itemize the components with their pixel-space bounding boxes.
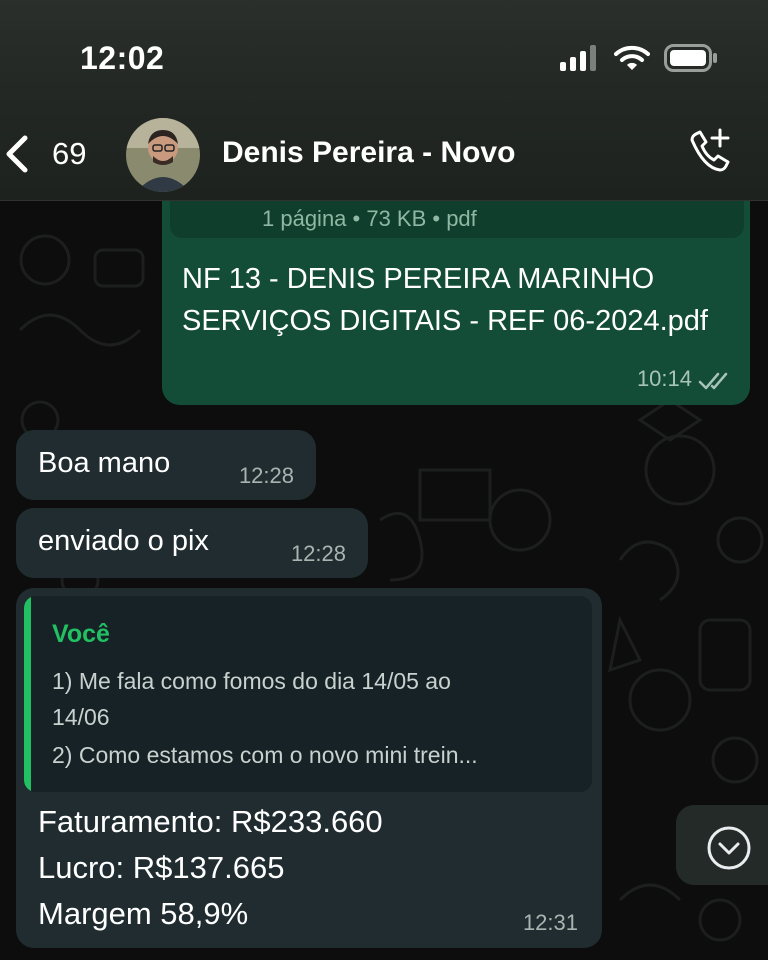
quote-accent-bar: [24, 596, 31, 792]
message-line-profit: Lucro: R$137.665: [38, 850, 285, 885]
message-text: enviado o pix: [38, 525, 209, 557]
status-time: 12:02: [80, 40, 165, 76]
avatar-image: [126, 118, 200, 192]
document-filename: NF 13 - DENIS PEREIRA MARINHO SERVIÇOS D…: [182, 263, 708, 337]
quoted-message[interactable]: Você 1) Me fala como fomos do dia 14/05 …: [24, 596, 592, 792]
double-check-icon: [698, 372, 728, 390]
chevron-left-icon: [6, 135, 28, 173]
chat-screen: 12:02 69 Denis Pereira - Novo 1 página •…: [0, 0, 768, 960]
wifi-icon: [614, 45, 650, 70]
back-button[interactable]: 69: [0, 128, 86, 180]
chat-header: 12:02 69 Denis Pereira - Novo: [0, 0, 768, 201]
incoming-message[interactable]: enviado o pix 12:28: [16, 508, 368, 578]
message-time: 12:28: [238, 463, 294, 488]
incoming-message[interactable]: Boa mano 12:28: [16, 430, 316, 500]
message-time: 12:28: [290, 541, 346, 566]
add-call-icon: [690, 128, 730, 172]
message-time: 10:14: [636, 366, 692, 391]
add-call-button[interactable]: [682, 126, 734, 178]
quote-author: Você: [52, 620, 110, 648]
message-line-margin: Margem 58,9%: [38, 896, 249, 931]
status-icons: [560, 44, 718, 72]
quote-line: 1) Me fala como fomos do dia 14/05 ao: [52, 668, 451, 694]
contact-name[interactable]: Denis Pereira - Novo: [222, 136, 515, 170]
message-line-revenue: Faturamento: R$233.660: [38, 804, 383, 839]
chevron-down-circle-icon: [707, 826, 751, 870]
quote-line: 2) Como estamos com o novo mini trein...: [52, 742, 478, 768]
quote-line: 14/06: [52, 704, 110, 730]
document-meta: 1 página • 73 KB • pdf: [262, 206, 477, 231]
message-time: 12:31: [522, 910, 578, 935]
message-text: Boa mano: [38, 447, 171, 479]
signal-icon: [560, 45, 596, 71]
incoming-reply-message[interactable]: Você 1) Me fala como fomos do dia 14/05 …: [16, 588, 602, 948]
battery-icon: [664, 44, 717, 72]
scroll-to-bottom-button[interactable]: [676, 805, 768, 885]
avatar[interactable]: [126, 118, 200, 192]
unread-count: 69: [52, 136, 87, 171]
